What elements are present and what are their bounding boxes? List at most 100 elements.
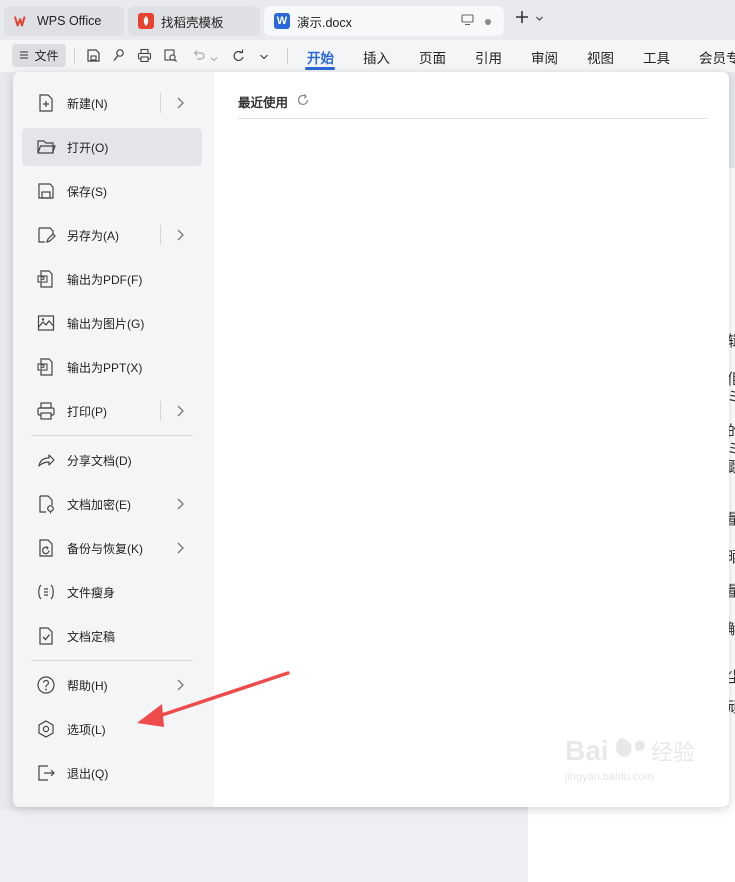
watermark-text: Bai [565,735,609,766]
menu-item-label: 文档定稿 [67,629,116,644]
toolbar: 文件 开始 插入 页面 引用 审阅 视图 工具 会员专 [0,40,735,72]
chevron-right-icon[interactable] [175,96,185,113]
encrypt-icon [35,493,57,515]
docer-logo-icon [138,13,154,29]
file-menu-list: 新建(N) 打开(O) 保存(S) 另存为(A) 输出为PDF(F) 输出为图片(G) 输出… [13,72,214,807]
tab-member[interactable]: 会员专 [699,47,735,67]
word-doc-icon: W [274,13,290,29]
finalize-icon [35,625,57,647]
more-dropdown-icon[interactable] [259,51,269,65]
export-pdf-icon [35,268,57,290]
refresh-icon[interactable] [296,93,310,110]
svg-text:经验: 经验 [651,741,695,766]
tab-document[interactable]: W 演示.docx [264,6,504,36]
menu-item-print[interactable]: 打印(P) [22,392,202,430]
recent-header: 最近使用 [238,92,310,111]
tab-bar: WPS Office 找稻壳模板 W 演示.docx [0,0,735,40]
hamburger-icon [19,49,29,63]
file-menu-panel: 新建(N) 打开(O) 保存(S) 另存为(A) 输出为PDF(F) 输出为图片(G) 输出… [13,72,729,807]
format-painter-icon[interactable] [111,48,126,66]
baidu-watermark: Bai 经验 jingyan.baidu.com [563,730,713,786]
save-icon[interactable] [86,48,101,66]
menu-item-help[interactable]: 帮助(H) [22,666,202,704]
tab-home[interactable]: 开始 [307,47,334,67]
chevron-right-icon[interactable] [175,404,185,421]
menu-item-save[interactable]: 保存(S) [22,172,202,210]
print-preview-icon[interactable] [163,48,178,66]
menu-item-label: 输出为PPT(X) [67,360,143,375]
unsaved-dot-icon[interactable] [484,15,492,29]
tab-review[interactable]: 审阅 [531,47,558,67]
file-menu-label: 文件 [34,49,59,63]
menu-item-label: 分享文档(D) [67,453,132,468]
tab-wps-office[interactable]: WPS Office [4,6,124,36]
menu-item-label: 打开(O) [67,140,109,155]
backup-icon [35,537,57,559]
menu-item-export-ppt[interactable]: 输出为PPT(X) [22,348,202,386]
menu-item-share[interactable]: 分享文档(D) [22,441,202,479]
tab-references[interactable]: 引用 [475,47,502,67]
menu-item-new-doc[interactable]: 新建(N) [22,84,202,122]
menu-item-open-folder[interactable]: 打开(O) [22,128,202,166]
open-folder-icon [35,136,57,158]
tab-docer-templates[interactable]: 找稻壳模板 [128,6,260,36]
chevron-right-icon[interactable] [175,541,185,558]
tab-tools[interactable]: 工具 [643,47,670,67]
tab-label: 找稻壳模板 [161,15,224,30]
slim-file-icon [35,581,57,603]
share-icon [35,449,57,471]
save-as-icon [35,224,57,246]
chevron-down-icon[interactable] [535,12,544,26]
tab-insert[interactable]: 插入 [363,47,390,67]
menu-item-options-hexagon[interactable]: 选项(L) [22,710,202,748]
tab-label: WPS Office [37,14,102,28]
submenu-divider [160,225,161,245]
recent-divider [238,118,707,119]
menu-item-label: 备份与恢复(K) [67,541,143,556]
menu-item-slim-file[interactable]: 文件瘦身 [22,573,202,611]
menu-item-label: 文件瘦身 [67,585,116,600]
tab-page[interactable]: 页面 [419,47,446,67]
tab-label: 演示.docx [297,15,352,30]
export-image-icon [35,312,57,334]
menu-group-divider [31,660,193,661]
submenu-divider [160,401,161,421]
menu-item-finalize[interactable]: 文档定稿 [22,617,202,655]
redo-icon[interactable] [231,48,246,66]
menu-item-backup[interactable]: 备份与恢复(K) [22,529,202,567]
print-icon[interactable] [137,48,152,66]
chevron-right-icon[interactable] [175,497,185,514]
monitor-icon[interactable] [461,14,474,29]
menu-item-label: 打印(P) [67,404,107,419]
exit-icon [35,762,57,784]
menu-item-label: 输出为图片(G) [67,316,145,331]
menu-item-label: 选项(L) [67,722,106,737]
help-icon [35,674,57,696]
plus-icon[interactable] [514,9,530,28]
menu-item-label: 输出为PDF(F) [67,272,143,287]
menu-item-export-pdf[interactable]: 输出为PDF(F) [22,260,202,298]
menu-item-export-image[interactable]: 输出为图片(G) [22,304,202,342]
save-icon [35,180,57,202]
menu-item-label: 退出(Q) [67,766,109,781]
menu-item-encrypt[interactable]: 文档加密(E) [22,485,202,523]
file-menu-button[interactable]: 文件 [12,44,66,67]
menu-item-label: 帮助(H) [67,678,108,693]
export-ppt-icon [35,356,57,378]
recent-title: 最近使用 [238,96,289,110]
undo-dropdown-icon[interactable] [210,52,218,66]
menu-item-label: 新建(N) [67,96,108,111]
menu-item-label: 保存(S) [67,184,107,199]
chevron-right-icon[interactable] [175,678,185,695]
toolbar-divider [74,48,75,64]
menu-item-save-as[interactable]: 另存为(A) [22,216,202,254]
tab-view[interactable]: 视图 [587,47,614,67]
toolbar-divider [287,48,288,64]
menu-item-exit[interactable]: 退出(Q) [22,754,202,792]
active-tab-indicator [305,67,335,70]
submenu-divider [160,93,161,113]
undo-icon[interactable] [191,48,206,66]
wps-logo-icon [14,13,30,29]
chevron-right-icon[interactable] [175,228,185,245]
watermark-url: jingyan.baidu.com [564,771,654,783]
